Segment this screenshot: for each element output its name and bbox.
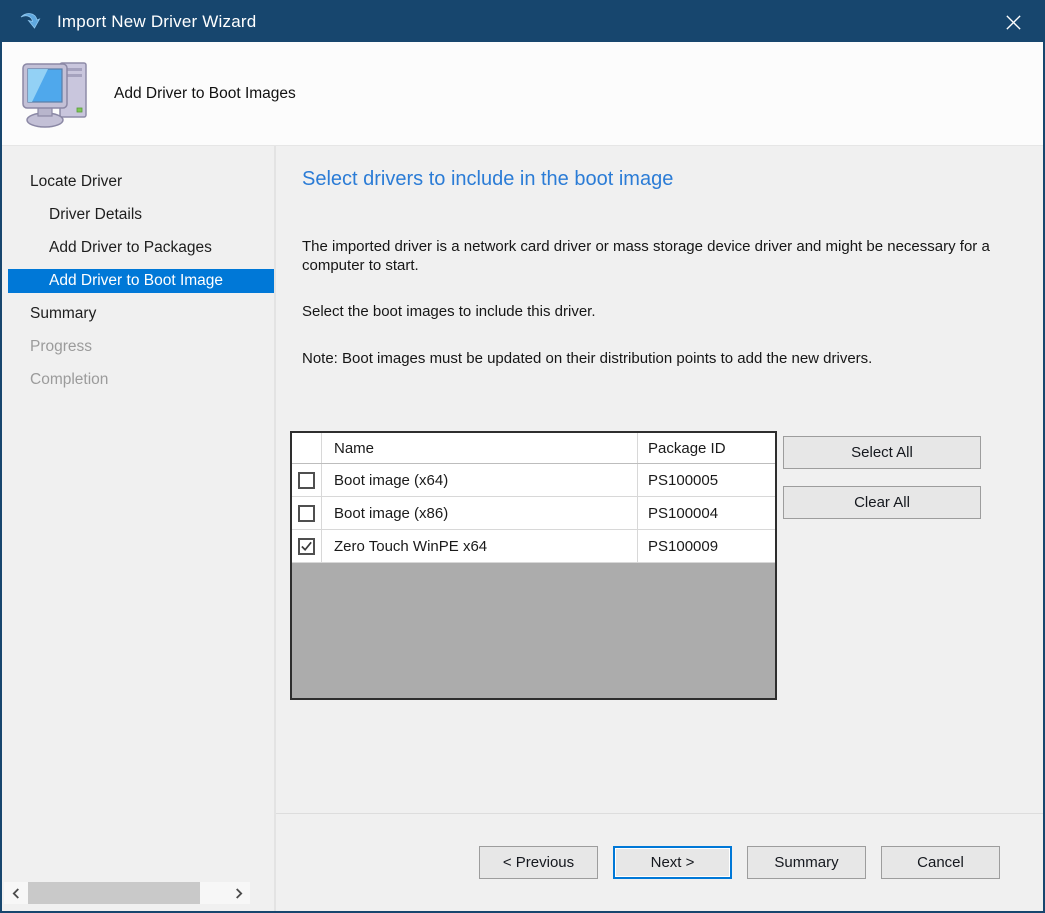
wizard-page-header: Add Driver to Boot Images [2, 42, 1043, 146]
sidebar-item-locate-driver[interactable]: Locate Driver [8, 170, 274, 194]
checkbox-unchecked[interactable] [298, 472, 315, 489]
wizard-footer: < Previous Next > Summary Cancel [276, 813, 1043, 911]
sidebar-item-add-driver-to-packages[interactable]: Add Driver to Packages [8, 236, 274, 260]
select-all-button[interactable]: Select All [783, 436, 981, 469]
summary-button[interactable]: Summary [747, 846, 866, 879]
titlebar: Import New Driver Wizard [2, 2, 1043, 42]
scroll-left-icon[interactable] [4, 882, 28, 904]
next-button[interactable]: Next > [613, 846, 732, 879]
checkbox-column-header [292, 433, 322, 463]
list-action-buttons: Select All Clear All [783, 431, 981, 700]
sidebar-item-add-driver-to-boot-image[interactable]: Add Driver to Boot Image [8, 269, 274, 293]
clear-all-button[interactable]: Clear All [783, 486, 981, 519]
boot-image-name: Boot image (x86) [322, 497, 638, 529]
sidebar-item-progress: Progress [8, 335, 274, 359]
wizard-step-list: Locate Driver Driver Details Add Driver … [2, 146, 274, 392]
boot-image-name: Boot image (x64) [322, 464, 638, 496]
sidebar-horizontal-scrollbar[interactable] [4, 882, 250, 904]
content-panel: Select drivers to include in the boot im… [276, 146, 1043, 911]
table-row[interactable]: Boot image (x64) PS100005 [292, 464, 775, 497]
wizard-steps-sidebar: Locate Driver Driver Details Add Driver … [2, 146, 274, 911]
table-header-row: Name Package ID [292, 433, 775, 464]
boot-images-table: Name Package ID Boot image (x64) PS10000… [290, 431, 777, 700]
name-column-header[interactable]: Name [322, 433, 638, 463]
description-text: The imported driver is a network card dr… [302, 237, 1026, 275]
package-id-column-header[interactable]: Package ID [638, 433, 775, 463]
close-icon[interactable] [993, 5, 1033, 39]
sidebar-item-summary[interactable]: Summary [8, 302, 274, 326]
note-text: Note: Boot images must be updated on the… [302, 349, 1026, 368]
computer-icon [22, 58, 92, 130]
import-new-driver-wizard-window: Import New Driver Wizard [0, 0, 1045, 913]
checkbox-checked[interactable] [298, 538, 315, 555]
main-area: Locate Driver Driver Details Add Driver … [2, 146, 1043, 911]
previous-button[interactable]: < Previous [479, 846, 598, 879]
table-row[interactable]: Boot image (x86) PS100004 [292, 497, 775, 530]
table-row[interactable]: Zero Touch WinPE x64 PS100009 [292, 530, 775, 563]
boot-image-package-id: PS100004 [638, 497, 775, 529]
sidebar-item-driver-details[interactable]: Driver Details [8, 203, 274, 227]
checkbox-unchecked[interactable] [298, 505, 315, 522]
cancel-button[interactable]: Cancel [881, 846, 1000, 879]
scroll-right-icon[interactable] [226, 882, 250, 904]
scrollbar-thumb[interactable] [28, 882, 200, 904]
boot-image-package-id: PS100005 [638, 464, 775, 496]
boot-image-package-id: PS100009 [638, 530, 775, 562]
boot-image-name: Zero Touch WinPE x64 [322, 530, 638, 562]
sidebar-item-completion: Completion [8, 368, 274, 392]
wizard-page-title: Add Driver to Boot Images [114, 85, 296, 103]
instruction-text: Select the boot images to include this d… [302, 302, 1026, 321]
import-wizard-arrow-icon [18, 9, 44, 35]
page-title: Select drivers to include in the boot im… [302, 168, 1043, 191]
boot-image-selection-area: Name Package ID Boot image (x64) PS10000… [290, 431, 1043, 700]
window-title: Import New Driver Wizard [57, 12, 256, 32]
scrollbar-track[interactable] [200, 882, 226, 904]
